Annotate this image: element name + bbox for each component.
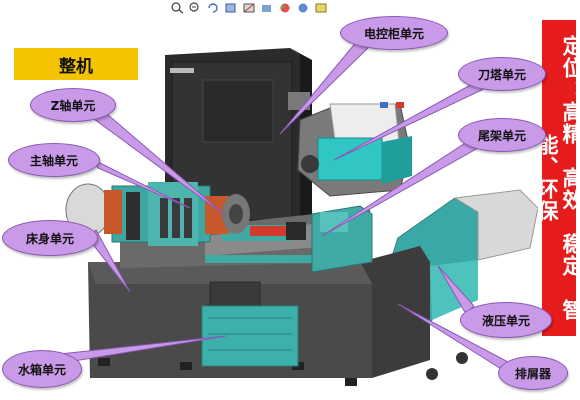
callout-turret: 刀塔单元	[458, 57, 546, 91]
callout-tank: 水箱单元	[2, 350, 82, 388]
callout-chip: 排屑器	[498, 356, 568, 390]
callout-bed: 床身单元	[2, 220, 98, 256]
page-title: 整机	[14, 48, 138, 80]
callout-cabinet: 电控柜单元	[340, 16, 448, 50]
callout-hydraulic: 液压单元	[460, 302, 552, 338]
positioning-banner: 定位：高精、高效、稳定、智能、环保	[535, 20, 580, 336]
cabinet-leader	[279, 39, 373, 135]
spindle-leader	[89, 157, 191, 209]
hydraulic-leader	[437, 265, 475, 315]
zaxis-leader	[89, 107, 227, 217]
tank-leader	[58, 335, 227, 363]
machine-diagram: 整机 定位：高精、高效、稳定、智能、环保 电控柜单元 刀塔单元 Z轴单元 尾架单…	[0, 0, 580, 400]
callout-tailstock: 尾架单元	[458, 118, 546, 152]
callout-zaxis: Z轴单元	[30, 88, 116, 122]
callout-spindle: 主轴单元	[8, 143, 100, 177]
